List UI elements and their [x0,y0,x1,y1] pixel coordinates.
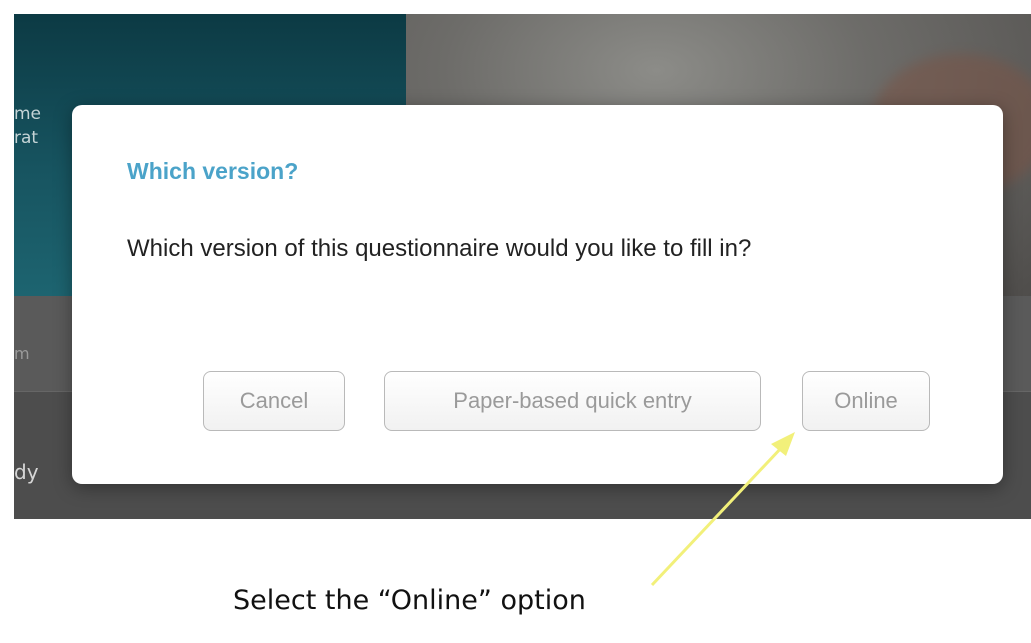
hero-text-line-2: rat [14,128,39,148]
cancel-button[interactable]: Cancel [203,371,345,431]
band-text: m [14,344,30,363]
paper-based-quick-entry-button[interactable]: Paper-based quick entry [384,371,761,431]
row-text: dy [14,460,39,484]
dialog-message: Which version of this questionnaire woul… [127,235,752,262]
version-dialog: Which version? Which version of this que… [72,105,1003,484]
hero-text: me rat [14,102,41,150]
hero-text-line-1: me [14,104,42,124]
annotation-caption: Select the “Online” option [233,585,586,616]
dialog-title: Which version? [127,158,299,184]
online-button[interactable]: Online [802,371,930,431]
app-screenshot: me rat m dy Which version? Which version… [14,14,1031,519]
